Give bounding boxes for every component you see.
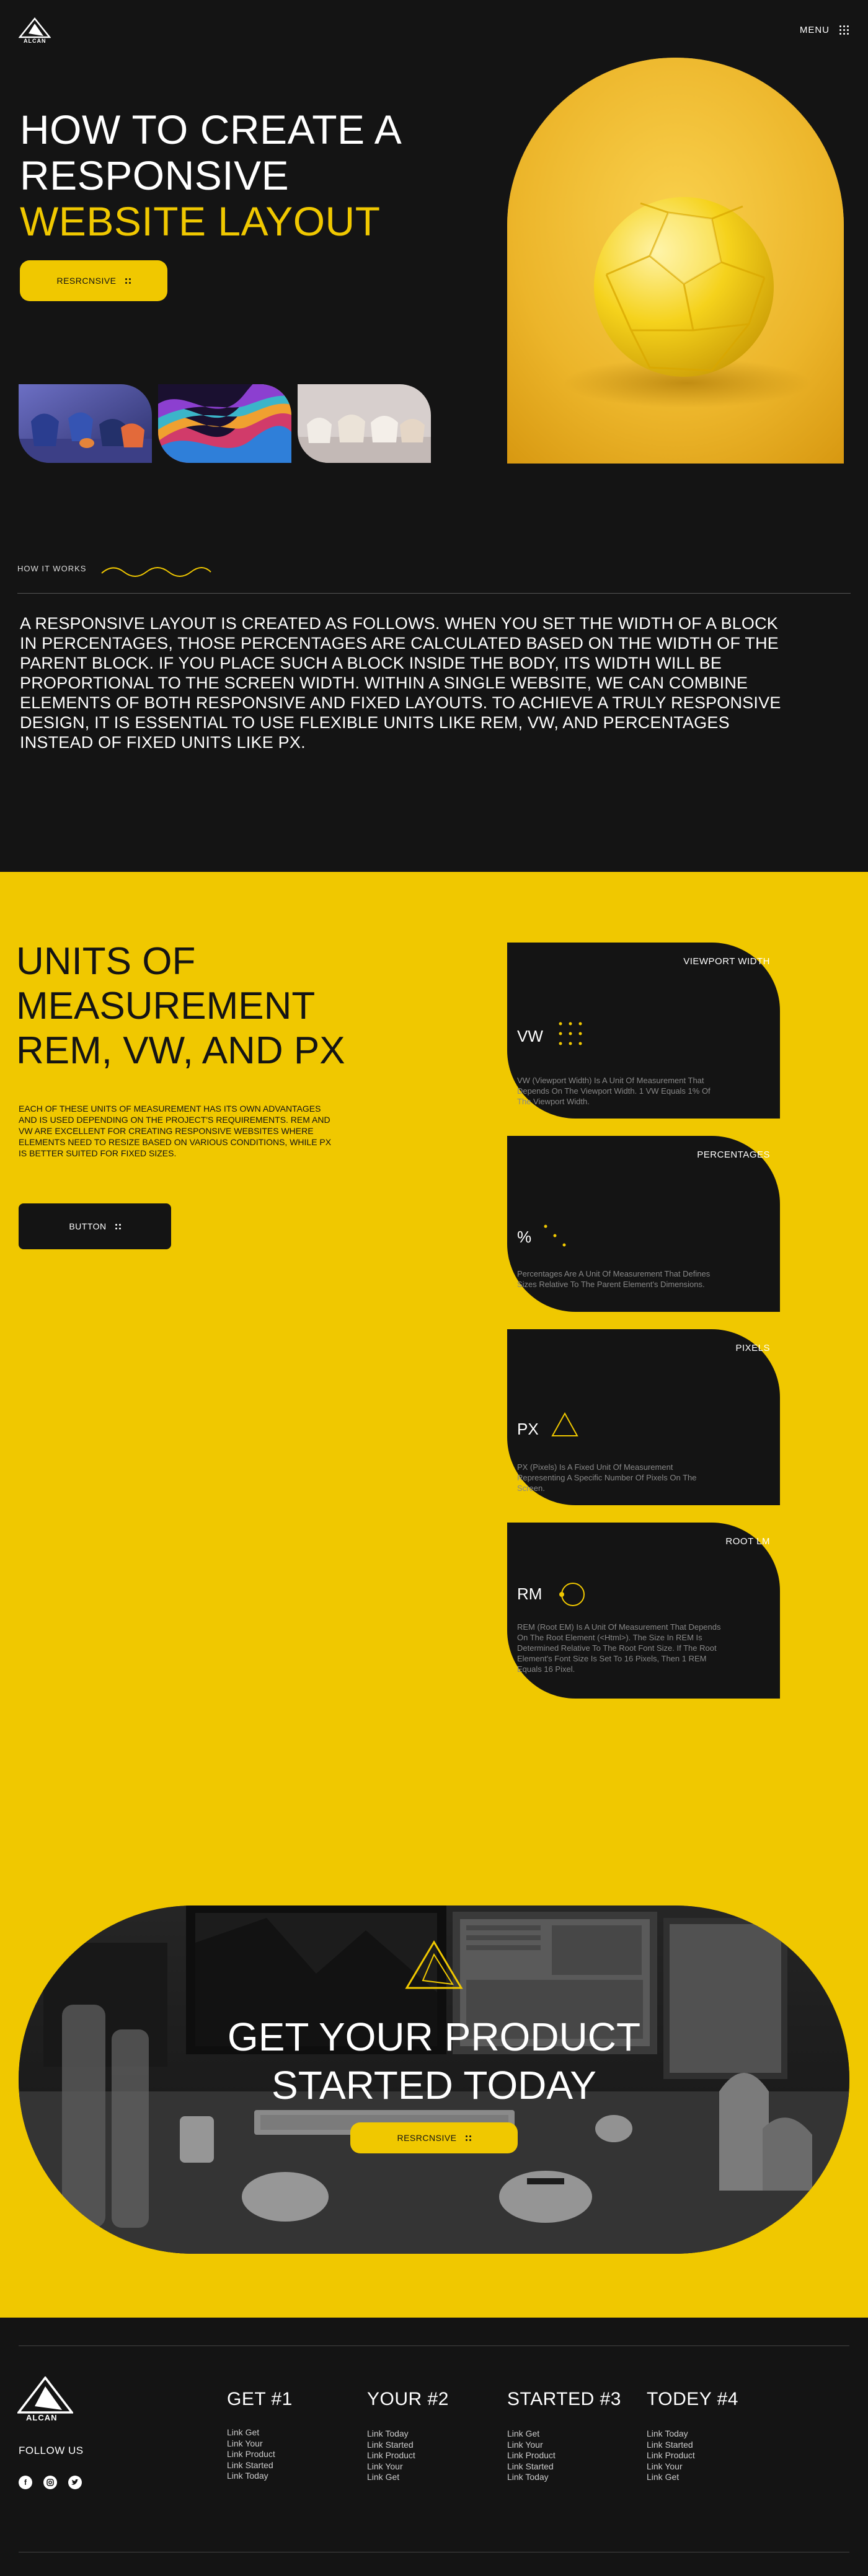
hero-title-line2: RESPONSIVE [20,152,290,198]
card-label: PIXELS [735,1343,770,1353]
cta-button-label: RESRCNSIVE [397,2133,457,2143]
dot-grid-icon [559,1022,582,1045]
footer-link[interactable]: Link Get [647,2472,738,2483]
footer-column-3: STARTED #3 Link Get Link Your Link Produ… [507,2389,621,2483]
cta-title-line2: STARTED TODAY [272,2063,596,2108]
units-button[interactable]: BUTTON [19,1203,171,1249]
triangle-icon [551,1412,578,1436]
circle-dot-icon [559,1583,585,1606]
footer-link[interactable]: Link Your [227,2438,293,2450]
logo-text: ALCAN [24,38,46,44]
footer-link[interactable]: Link Your [647,2461,738,2473]
instagram-icon[interactable] [43,2476,57,2489]
triangle-logo-icon [405,1940,463,1989]
footer-column-4: TODEY #4 Link Today Link Started Link Pr… [647,2389,738,2483]
footer-link[interactable]: Link Get [227,2427,293,2438]
units-title: UNITS OF MEASUREMENT REM, VW, AND PX [16,939,345,1073]
logo-triangle-icon [18,17,51,38]
card-label: VIEWPORT WIDTH [683,956,770,967]
blue-chairs-image [19,384,152,463]
units-title-line2: MEASUREMENT [16,985,316,1027]
footer-link[interactable]: Link Today [367,2429,449,2440]
hero-title-line3: WEBSITE LAYOUT [20,198,381,244]
footer-link[interactable]: Link Started [367,2440,449,2451]
wave-decoration-icon [101,567,211,577]
units-title-line3: REM, VW, AND PX [16,1029,345,1072]
footer-column-title: GET #1 [227,2389,293,2409]
cta-title-line1: GET YOUR PRODUCT [227,2015,641,2059]
footer-link[interactable]: Link Product [367,2450,449,2461]
yellow-polyhedron-image [507,58,844,464]
footer-column-2: YOUR #2 Link Today Link Started Link Pro… [367,2389,449,2483]
twitter-icon[interactable] [68,2476,82,2489]
footer-link[interactable]: Link Started [647,2440,738,2451]
dots-icon [115,1223,121,1229]
footer-link[interactable]: Link Your [507,2440,621,2451]
footer-top-divider [19,2345,849,2346]
footer-link[interactable]: Link Today [507,2472,621,2483]
card-label: PERCENTAGES [697,1150,770,1160]
follow-us-label: FOLLOW US [19,2445,84,2456]
card-percentages[interactable]: PERCENTAGES % Percentages Are A Unit Of … [507,1136,780,1312]
white-chairs-image [298,384,431,463]
card-root-em[interactable]: ROOT LM RM REM (Root EM) Is A Unit Of Me… [507,1523,780,1699]
units-button-label: BUTTON [69,1221,107,1231]
card-abbr: % [517,1228,532,1246]
card-text: VW (Viewport Width) Is A Unit Of Measure… [517,1076,711,1106]
card-abbr: RM [517,1585,542,1603]
footer-link[interactable]: Link Get [367,2472,449,2483]
diagonal-dots-icon [544,1224,566,1247]
dots-icon [125,278,131,284]
footer-column-title: YOUR #2 [367,2389,449,2409]
footer-column-title: STARTED #3 [507,2389,621,2409]
footer-column-title: TODEY #4 [647,2389,738,2409]
menu-button[interactable]: MENU [800,25,849,35]
hero-title-line1: HOW TO CREATE A [20,107,402,152]
footer-link[interactable]: Link Started [227,2460,293,2471]
footer-link[interactable]: Link Product [227,2449,293,2460]
hero-title: HOW TO CREATE A RESPONSIVE WEBSITE LAYOU… [20,107,402,244]
card-text: REM (Root EM) Is A Unit Of Measurement T… [517,1622,721,1674]
colorful-waves-image [158,384,291,463]
footer-link[interactable]: Link Your [367,2461,449,2473]
logo[interactable]: ALCAN [18,17,51,46]
card-pixels[interactable]: PIXELS PX PX (Pixels) Is A Fixed Unit Of… [507,1329,780,1505]
grid-menu-icon [839,25,849,35]
hero-button-label: RESRCNSIVE [56,276,117,286]
menu-label: MENU [799,25,830,35]
footer-link[interactable]: Link Started [507,2461,621,2473]
section-divider [17,593,851,594]
card-abbr: PX [517,1420,539,1438]
footer-link[interactable]: Link Today [227,2471,293,2482]
hero-responsive-button[interactable]: RESRCNSIVE [20,260,167,301]
footer-link[interactable]: Link Get [507,2429,621,2440]
footer-column-1: GET #1 Link Get Link Your Link Product L… [227,2389,293,2482]
dots-icon [465,2135,471,2141]
cta-title: GET YOUR PRODUCT STARTED TODAY [0,2013,868,2109]
footer-link[interactable]: Link Today [647,2429,738,2440]
footer-link[interactable]: Link Product [647,2450,738,2461]
thumbnail-colorful-waves[interactable] [158,384,291,463]
card-abbr: VW [517,1027,543,1045]
thumbnail-white-chairs[interactable] [298,384,431,463]
thumbnail-blue-chairs[interactable] [19,384,152,463]
cta-responsive-button[interactable]: RESRCNSIVE [350,2122,518,2153]
card-text: PX (Pixels) Is A Fixed Unit Of Measureme… [517,1462,697,1493]
footer-logo-text: ALCAN [26,2413,58,2422]
footer-link[interactable]: Link Product [507,2450,621,2461]
card-label: ROOT LM [725,1536,770,1547]
footer-logo-triangle-icon [16,2376,74,2414]
units-title-line1: UNITS OF [16,940,196,983]
card-text: Percentages Are A Unit Of Measurement Th… [517,1269,711,1289]
card-viewport-width[interactable]: VIEWPORT WIDTH VW VW (Viewport Width) Is… [507,943,780,1119]
how-it-works-label: HOW IT WORKS [17,564,87,573]
units-description: EACH OF THESE UNITS OF MEASUREMENT HAS I… [19,1104,332,1158]
footer-logo[interactable]: ALCAN [16,2376,74,2423]
hero-feature-image [507,58,844,464]
facebook-icon[interactable]: f [19,2476,32,2489]
how-it-works-text: A RESPONSIVE LAYOUT IS CREATED AS FOLLOW… [20,614,781,752]
